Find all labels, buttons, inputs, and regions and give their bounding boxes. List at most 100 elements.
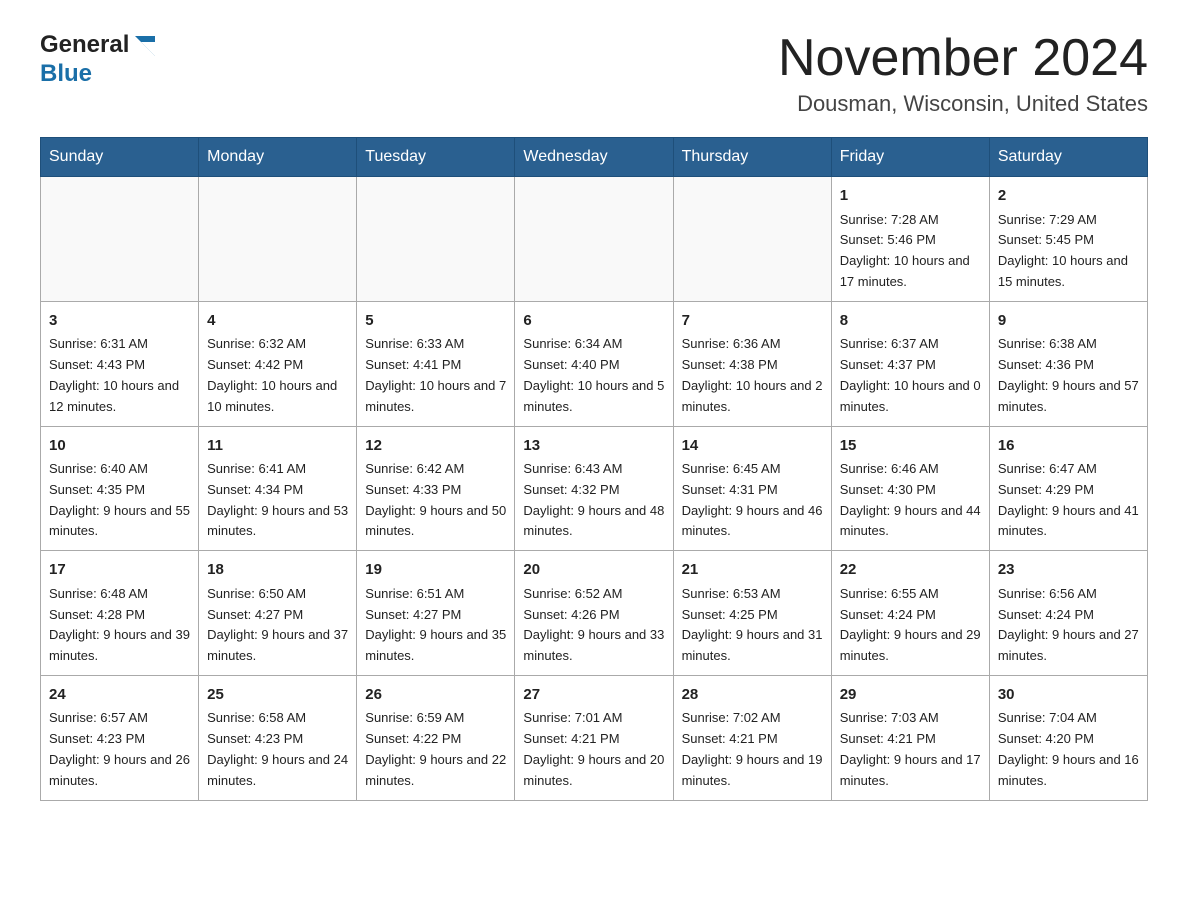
calendar-table: SundayMondayTuesdayWednesdayThursdayFrid… (40, 137, 1148, 800)
calendar-day-cell: 22Sunrise: 6:55 AMSunset: 4:24 PMDayligh… (831, 551, 989, 676)
day-number: 17 (49, 559, 190, 582)
day-number: 11 (207, 435, 348, 458)
day-info: Sunrise: 7:03 AMSunset: 4:21 PMDaylight:… (840, 708, 981, 791)
calendar-day-cell (357, 177, 515, 302)
logo-triangle-icon (131, 32, 159, 60)
day-info: Sunrise: 6:32 AMSunset: 4:42 PMDaylight:… (207, 334, 348, 417)
day-info: Sunrise: 6:42 AMSunset: 4:33 PMDaylight:… (365, 459, 506, 542)
day-number: 9 (998, 310, 1139, 333)
day-number: 24 (49, 684, 190, 707)
calendar-day-cell: 15Sunrise: 6:46 AMSunset: 4:30 PMDayligh… (831, 426, 989, 551)
calendar-day-cell: 25Sunrise: 6:58 AMSunset: 4:23 PMDayligh… (199, 675, 357, 800)
day-info: Sunrise: 6:46 AMSunset: 4:30 PMDaylight:… (840, 459, 981, 542)
day-info: Sunrise: 6:43 AMSunset: 4:32 PMDaylight:… (523, 459, 664, 542)
month-year-title: November 2024 (778, 30, 1148, 87)
day-number: 6 (523, 310, 664, 333)
day-info: Sunrise: 6:34 AMSunset: 4:40 PMDaylight:… (523, 334, 664, 417)
day-number: 12 (365, 435, 506, 458)
calendar-day-cell: 5Sunrise: 6:33 AMSunset: 4:41 PMDaylight… (357, 301, 515, 426)
day-info: Sunrise: 6:52 AMSunset: 4:26 PMDaylight:… (523, 584, 664, 667)
day-info: Sunrise: 6:41 AMSunset: 4:34 PMDaylight:… (207, 459, 348, 542)
logo-blue-text: Blue (40, 60, 92, 87)
calendar-day-cell: 29Sunrise: 7:03 AMSunset: 4:21 PMDayligh… (831, 675, 989, 800)
day-number: 28 (682, 684, 823, 707)
calendar-day-cell: 14Sunrise: 6:45 AMSunset: 4:31 PMDayligh… (673, 426, 831, 551)
calendar-day-cell: 9Sunrise: 6:38 AMSunset: 4:36 PMDaylight… (989, 301, 1147, 426)
calendar-week-row: 10Sunrise: 6:40 AMSunset: 4:35 PMDayligh… (41, 426, 1148, 551)
day-info: Sunrise: 6:40 AMSunset: 4:35 PMDaylight:… (49, 459, 190, 542)
calendar-day-cell: 23Sunrise: 6:56 AMSunset: 4:24 PMDayligh… (989, 551, 1147, 676)
day-info: Sunrise: 6:33 AMSunset: 4:41 PMDaylight:… (365, 334, 506, 417)
day-info: Sunrise: 6:55 AMSunset: 4:24 PMDaylight:… (840, 584, 981, 667)
day-number: 7 (682, 310, 823, 333)
calendar-day-cell (673, 177, 831, 302)
day-info: Sunrise: 6:47 AMSunset: 4:29 PMDaylight:… (998, 459, 1139, 542)
weekday-header-tuesday: Tuesday (357, 138, 515, 177)
calendar-day-cell: 27Sunrise: 7:01 AMSunset: 4:21 PMDayligh… (515, 675, 673, 800)
weekday-header-wednesday: Wednesday (515, 138, 673, 177)
day-number: 21 (682, 559, 823, 582)
calendar-day-cell: 24Sunrise: 6:57 AMSunset: 4:23 PMDayligh… (41, 675, 199, 800)
day-info: Sunrise: 7:29 AMSunset: 5:45 PMDaylight:… (998, 210, 1139, 293)
day-number: 30 (998, 684, 1139, 707)
calendar-day-cell: 12Sunrise: 6:42 AMSunset: 4:33 PMDayligh… (357, 426, 515, 551)
calendar-day-cell: 1Sunrise: 7:28 AMSunset: 5:46 PMDaylight… (831, 177, 989, 302)
day-number: 1 (840, 185, 981, 208)
day-info: Sunrise: 6:56 AMSunset: 4:24 PMDaylight:… (998, 584, 1139, 667)
calendar-week-row: 1Sunrise: 7:28 AMSunset: 5:46 PMDaylight… (41, 177, 1148, 302)
calendar-day-cell (199, 177, 357, 302)
day-info: Sunrise: 6:50 AMSunset: 4:27 PMDaylight:… (207, 584, 348, 667)
calendar-day-cell: 11Sunrise: 6:41 AMSunset: 4:34 PMDayligh… (199, 426, 357, 551)
day-info: Sunrise: 6:31 AMSunset: 4:43 PMDaylight:… (49, 334, 190, 417)
calendar-day-cell: 17Sunrise: 6:48 AMSunset: 4:28 PMDayligh… (41, 551, 199, 676)
calendar-day-cell: 7Sunrise: 6:36 AMSunset: 4:38 PMDaylight… (673, 301, 831, 426)
calendar-day-cell (515, 177, 673, 302)
day-number: 25 (207, 684, 348, 707)
calendar-day-cell: 4Sunrise: 6:32 AMSunset: 4:42 PMDaylight… (199, 301, 357, 426)
day-number: 8 (840, 310, 981, 333)
day-number: 26 (365, 684, 506, 707)
day-info: Sunrise: 6:38 AMSunset: 4:36 PMDaylight:… (998, 334, 1139, 417)
day-info: Sunrise: 6:59 AMSunset: 4:22 PMDaylight:… (365, 708, 506, 791)
day-number: 5 (365, 310, 506, 333)
weekday-header-row: SundayMondayTuesdayWednesdayThursdayFrid… (41, 138, 1148, 177)
day-info: Sunrise: 7:02 AMSunset: 4:21 PMDaylight:… (682, 708, 823, 791)
day-info: Sunrise: 7:04 AMSunset: 4:20 PMDaylight:… (998, 708, 1139, 791)
day-number: 4 (207, 310, 348, 333)
page-header: General Blue November 2024 Dousman, Wisc… (40, 30, 1148, 117)
calendar-day-cell (41, 177, 199, 302)
weekday-header-friday: Friday (831, 138, 989, 177)
calendar-day-cell: 21Sunrise: 6:53 AMSunset: 4:25 PMDayligh… (673, 551, 831, 676)
calendar-day-cell: 30Sunrise: 7:04 AMSunset: 4:20 PMDayligh… (989, 675, 1147, 800)
day-number: 29 (840, 684, 981, 707)
day-number: 22 (840, 559, 981, 582)
day-number: 18 (207, 559, 348, 582)
calendar-week-row: 24Sunrise: 6:57 AMSunset: 4:23 PMDayligh… (41, 675, 1148, 800)
day-info: Sunrise: 7:28 AMSunset: 5:46 PMDaylight:… (840, 210, 981, 293)
calendar-week-row: 17Sunrise: 6:48 AMSunset: 4:28 PMDayligh… (41, 551, 1148, 676)
weekday-header-saturday: Saturday (989, 138, 1147, 177)
calendar-day-cell: 26Sunrise: 6:59 AMSunset: 4:22 PMDayligh… (357, 675, 515, 800)
calendar-day-cell: 19Sunrise: 6:51 AMSunset: 4:27 PMDayligh… (357, 551, 515, 676)
weekday-header-sunday: Sunday (41, 138, 199, 177)
calendar-day-cell: 6Sunrise: 6:34 AMSunset: 4:40 PMDaylight… (515, 301, 673, 426)
day-number: 20 (523, 559, 664, 582)
weekday-header-thursday: Thursday (673, 138, 831, 177)
day-number: 15 (840, 435, 981, 458)
day-info: Sunrise: 6:51 AMSunset: 4:27 PMDaylight:… (365, 584, 506, 667)
calendar-day-cell: 18Sunrise: 6:50 AMSunset: 4:27 PMDayligh… (199, 551, 357, 676)
day-number: 14 (682, 435, 823, 458)
day-info: Sunrise: 7:01 AMSunset: 4:21 PMDaylight:… (523, 708, 664, 791)
day-number: 19 (365, 559, 506, 582)
day-number: 13 (523, 435, 664, 458)
logo-general-text: General (40, 31, 129, 59)
day-number: 23 (998, 559, 1139, 582)
day-info: Sunrise: 6:37 AMSunset: 4:37 PMDaylight:… (840, 334, 981, 417)
day-number: 3 (49, 310, 190, 333)
calendar-day-cell: 10Sunrise: 6:40 AMSunset: 4:35 PMDayligh… (41, 426, 199, 551)
calendar-day-cell: 8Sunrise: 6:37 AMSunset: 4:37 PMDaylight… (831, 301, 989, 426)
logo: General Blue (40, 30, 159, 88)
location-subtitle: Dousman, Wisconsin, United States (778, 91, 1148, 117)
weekday-header-monday: Monday (199, 138, 357, 177)
calendar-title-section: November 2024 Dousman, Wisconsin, United… (778, 30, 1148, 117)
